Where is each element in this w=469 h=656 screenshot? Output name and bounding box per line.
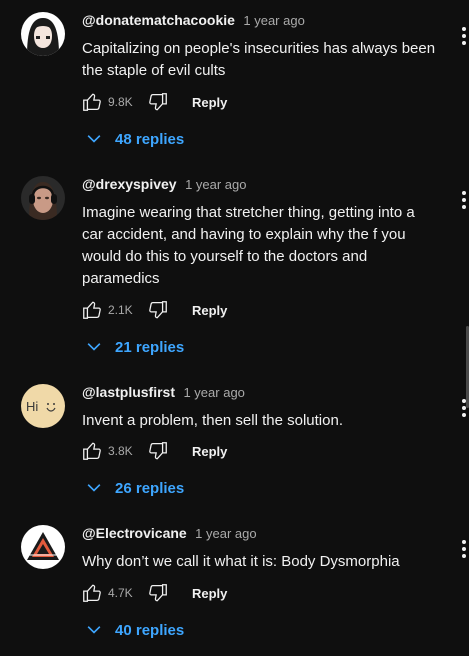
thumbs-down-icon [149, 584, 167, 602]
comment-timestamp[interactable]: 1 year ago [185, 177, 246, 192]
like-button[interactable] [78, 88, 106, 116]
reply-button[interactable]: Reply [192, 303, 227, 318]
like-button[interactable] [78, 296, 106, 324]
comment-text-line: would do this to yourself to the doctors… [82, 248, 368, 265]
replies-count-label: 48 replies [115, 130, 185, 148]
comment-author[interactable]: @lastplusfirst [82, 384, 175, 400]
thumbs-down-icon [149, 301, 167, 319]
hi-smiley-avatar-icon: Hi [21, 384, 65, 428]
comment-actions: 2.1K Reply [78, 296, 227, 324]
triangle-logo-avatar-icon [21, 525, 65, 569]
dislike-button[interactable] [144, 437, 172, 465]
thumbs-down-icon [149, 442, 167, 460]
view-replies-button[interactable]: 48 replies [84, 125, 184, 153]
replies-count-label: 26 replies [115, 479, 185, 497]
comment-text: Imagine wearing that stretcher thing, ge… [82, 202, 447, 290]
like-count: 9.8K [108, 95, 133, 109]
comment-header: @drexyspivey 1 year ago [82, 176, 247, 196]
comment-author[interactable]: @donatematchacookie [82, 12, 235, 28]
comment-menu-button[interactable] [456, 537, 469, 561]
comment-header: @lastplusfirst 1 year ago [82, 384, 245, 404]
comment-header: @donatematchacookie 1 year ago [82, 12, 305, 32]
reply-button[interactable]: Reply [192, 586, 227, 601]
dislike-button[interactable] [144, 579, 172, 607]
thumbs-up-icon [83, 584, 101, 602]
view-replies-button[interactable]: 21 replies [84, 333, 184, 361]
like-button[interactable] [78, 579, 106, 607]
comment-author[interactable]: @drexyspivey [82, 176, 177, 192]
comment-text: Why don’t we call it what it is: Body Dy… [82, 551, 447, 573]
comment-text-line: Capitalizing on people's insecurities ha… [82, 40, 436, 57]
dislike-button[interactable] [144, 88, 172, 116]
dislike-button[interactable] [144, 296, 172, 324]
thumbs-down-icon [149, 93, 167, 111]
reply-button[interactable]: Reply [192, 444, 227, 459]
chevron-down-icon [87, 484, 101, 492]
avatar[interactable]: Hi [21, 384, 65, 428]
chevron-down-icon [87, 626, 101, 634]
view-replies-button[interactable]: 40 replies [84, 616, 184, 644]
comment-timestamp[interactable]: 1 year ago [195, 526, 256, 541]
avatar[interactable] [21, 176, 65, 220]
comment-text-line: Invent a problem, then sell the solution… [82, 412, 343, 429]
comment-timestamp[interactable]: 1 year ago [243, 13, 304, 28]
replies-count-label: 40 replies [115, 621, 185, 639]
thumbs-up-icon [83, 93, 101, 111]
like-button[interactable] [78, 437, 106, 465]
chevron-down-icon [87, 135, 101, 143]
headphones-person-avatar-icon [21, 176, 65, 220]
comment-actions: 4.7K Reply [78, 579, 227, 607]
comment-actions: 3.8K Reply [78, 437, 227, 465]
like-count: 4.7K [108, 586, 133, 600]
avatar-text: Hi [26, 399, 38, 414]
avatar[interactable] [21, 525, 65, 569]
comment-author[interactable]: @Electrovicane [82, 525, 187, 541]
reply-button[interactable]: Reply [192, 95, 227, 110]
view-replies-button[interactable]: 26 replies [84, 474, 184, 502]
anime-girl-avatar-icon [21, 12, 65, 56]
replies-count-label: 21 replies [115, 338, 185, 356]
more-vertical-icon [462, 540, 466, 558]
more-vertical-icon [462, 191, 466, 209]
like-count: 2.1K [108, 303, 133, 317]
thumbs-up-icon [83, 442, 101, 460]
comment-actions: 9.8K Reply [78, 88, 227, 116]
comment-text-line: car accident, and having to explain why … [82, 226, 406, 243]
avatar[interactable] [21, 12, 65, 56]
comment-menu-button[interactable] [456, 24, 469, 48]
comment-text-line: the staple of evil cults [82, 62, 226, 79]
comment-text-line: Imagine wearing that stretcher thing, ge… [82, 204, 415, 221]
comment-menu-button[interactable] [456, 188, 469, 212]
thumbs-up-icon [83, 301, 101, 319]
more-vertical-icon [462, 27, 466, 45]
comment-text: Capitalizing on people's insecurities ha… [82, 38, 447, 82]
comment-text-line: paramedics [82, 270, 160, 287]
chevron-down-icon [87, 343, 101, 351]
comment-timestamp[interactable]: 1 year ago [183, 385, 244, 400]
like-count: 3.8K [108, 444, 133, 458]
comment-header: @Electrovicane 1 year ago [82, 525, 257, 545]
comment-text-line: Why don’t we call it what it is: Body Dy… [82, 553, 400, 570]
comment-text: Invent a problem, then sell the solution… [82, 410, 447, 432]
